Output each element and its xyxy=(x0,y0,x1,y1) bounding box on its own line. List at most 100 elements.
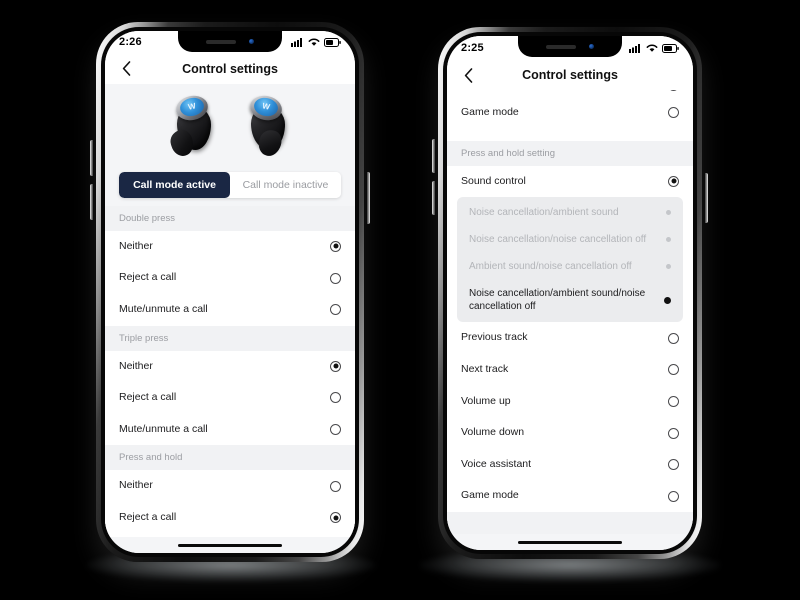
right-phone-power-button[interactable] xyxy=(705,173,708,223)
page-title: Control settings xyxy=(522,68,618,82)
list-item[interactable]: Mute/unmute a call xyxy=(105,293,355,326)
sub-list-item-label: Noise cancellation/ambient sound xyxy=(469,207,619,219)
list-item[interactable]: Reject a call xyxy=(105,382,355,414)
list-item-label: Neither xyxy=(119,359,153,372)
list-item-label: Previous track xyxy=(461,331,528,344)
signal-bars-icon xyxy=(629,44,640,53)
list-item-label: Reject a call xyxy=(119,391,177,404)
right-phone-screen: 2:25 Control settings Game mode Press an… xyxy=(447,36,693,550)
right-phone-notch xyxy=(518,36,622,57)
left-phone-home-indicator-area xyxy=(105,537,355,553)
status-bar-icons xyxy=(291,37,341,48)
list-item[interactable]: Reject a call xyxy=(105,502,355,534)
right-phone-content[interactable]: Voice assistant Game mode Press and ho xyxy=(447,90,693,534)
list-item[interactable]: Reject a call xyxy=(105,262,355,294)
list-item[interactable]: Mute/unmute a call xyxy=(105,533,355,537)
list-item[interactable]: Volume up xyxy=(447,385,693,418)
list-item[interactable]: Neither xyxy=(105,230,355,263)
left-phone-bezel: 2:26 Control settings W W Call mode acti… xyxy=(101,27,359,557)
home-indicator[interactable] xyxy=(518,541,622,544)
list-item-label: Neither xyxy=(119,479,153,492)
list-item-label: Sound control xyxy=(461,174,526,187)
right-phone-volume-down-button[interactable] xyxy=(432,181,435,215)
list-item[interactable]: Next track xyxy=(447,353,693,386)
left-earbud-image: W xyxy=(167,90,217,162)
list-item[interactable]: Volume down xyxy=(447,417,693,449)
list-item-label: Reject a call xyxy=(119,511,177,524)
radio-button[interactable] xyxy=(668,175,679,187)
battery-icon xyxy=(324,37,341,47)
list-item[interactable]: Neither xyxy=(105,470,355,503)
radio-button[interactable] xyxy=(330,240,341,252)
radio-button[interactable] xyxy=(664,296,671,304)
status-bar-time: 2:26 xyxy=(119,36,142,49)
right-phone-bezel: 2:25 Control settings Game mode Press an… xyxy=(443,32,697,554)
list-item[interactable]: Neither xyxy=(105,350,355,383)
page-title: Control settings xyxy=(182,61,278,76)
radio-button[interactable] xyxy=(668,459,679,471)
right-phone-volume-up-button[interactable] xyxy=(432,139,435,173)
sub-list-item-label: Ambient sound/noise cancellation off xyxy=(469,261,632,273)
list-item-label: Voice assistant xyxy=(461,457,532,470)
left-phone-volume-down-button[interactable] xyxy=(90,184,93,220)
radio-button[interactable] xyxy=(668,107,679,119)
call-mode-segmented-control-wrap: Call mode active Call mode inactive xyxy=(105,165,355,206)
radio-button[interactable] xyxy=(668,427,679,439)
right-phone-home-indicator-area xyxy=(447,534,693,550)
radio-button[interactable] xyxy=(330,480,341,492)
status-bar-time: 2:25 xyxy=(461,42,484,54)
list-item[interactable]: Mute/unmute a call xyxy=(105,413,355,446)
radio-button[interactable] xyxy=(668,90,679,92)
list-item-label: Mute/unmute a call xyxy=(119,422,208,435)
radio-button[interactable] xyxy=(330,392,341,404)
radio-button[interactable] xyxy=(330,272,341,284)
left-phone-content[interactable]: W W Call mode active Call mode inactive xyxy=(105,83,355,537)
list-item[interactable]: Sound control xyxy=(447,165,693,198)
back-button[interactable] xyxy=(457,64,479,86)
list-gap xyxy=(447,128,693,141)
radio-button-disabled xyxy=(666,210,671,216)
radio-button[interactable] xyxy=(330,512,341,524)
segment-call-mode-active[interactable]: Call mode active xyxy=(119,171,230,198)
earbud-brand-logo: W xyxy=(261,100,271,112)
radio-button[interactable] xyxy=(668,364,679,376)
front-camera-icon xyxy=(589,44,594,49)
right-phone: 2:25 Control settings Game mode Press an… xyxy=(432,27,708,559)
sub-list-item-label: Noise cancellation/ambient sound/noise c… xyxy=(469,288,646,313)
chevron-left-icon xyxy=(122,61,130,76)
clipped-list-item-voice-assistant[interactable]: Voice assistant xyxy=(447,90,693,97)
list-bottom-filler xyxy=(447,512,693,534)
radio-button[interactable] xyxy=(330,424,341,436)
left-phone-power-button[interactable] xyxy=(367,172,370,224)
wifi-icon xyxy=(308,38,320,47)
back-button[interactable] xyxy=(115,58,137,80)
earpiece-speaker xyxy=(206,39,236,44)
list-item[interactable]: Game mode xyxy=(447,97,693,129)
signal-bars-icon xyxy=(291,38,302,48)
sub-list-item-selected[interactable]: Noise cancellation/ambient sound/noise c… xyxy=(457,280,683,320)
left-phone-navbar: Control settings xyxy=(105,53,355,84)
left-phone: 2:26 Control settings W W Call mode acti… xyxy=(90,22,370,562)
left-phone-screen: 2:26 Control settings W W Call mode acti… xyxy=(105,31,355,553)
right-phone-navbar: Control settings xyxy=(447,60,693,90)
list-item[interactable]: Voice assistant xyxy=(447,448,693,481)
list-item[interactable]: Game mode xyxy=(447,480,693,513)
list-item-label: Game mode xyxy=(461,106,519,118)
left-phone-volume-up-button[interactable] xyxy=(90,140,93,176)
radio-button-disabled xyxy=(666,264,671,270)
list-item[interactable]: Previous track xyxy=(447,322,693,354)
list-item-label: Volume down xyxy=(461,426,525,439)
sub-list-item: Ambient sound/noise cancellation off xyxy=(457,253,683,280)
radio-button[interactable] xyxy=(668,490,679,502)
segment-call-mode-inactive[interactable]: Call mode inactive xyxy=(230,171,341,198)
list-item-label: Neither xyxy=(119,239,153,252)
radio-button[interactable] xyxy=(330,304,341,316)
right-earbud-image: W xyxy=(243,90,291,162)
home-indicator[interactable] xyxy=(178,544,282,547)
radio-button[interactable] xyxy=(668,395,679,407)
call-mode-segmented-control[interactable]: Call mode active Call mode inactive xyxy=(119,171,341,198)
radio-button[interactable] xyxy=(668,332,679,344)
radio-button[interactable] xyxy=(330,360,341,372)
sub-list-item-label: Noise cancellation/noise cancellation of… xyxy=(469,234,647,246)
status-bar-icons xyxy=(629,43,679,53)
